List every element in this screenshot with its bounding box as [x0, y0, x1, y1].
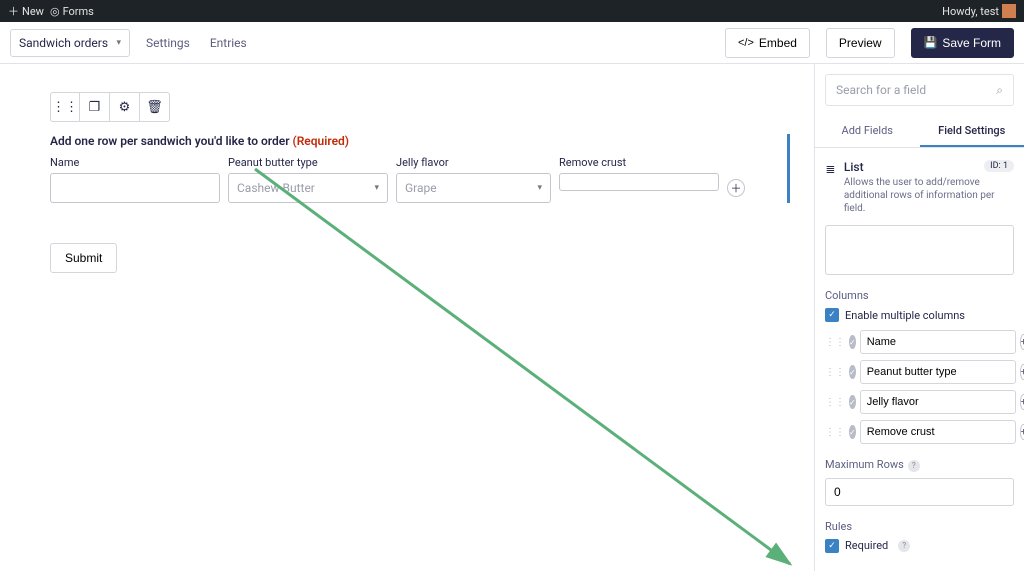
rules-label: Rules [825, 520, 1014, 533]
submit-row: Submit [50, 243, 790, 273]
user-greeting[interactable]: Howdy, test [942, 4, 1016, 18]
admin-topbar: ＋ New ◎ Forms Howdy, test [0, 0, 1024, 22]
add-column-button[interactable]: + [1020, 334, 1024, 350]
header-bar: Sandwich orders▾ Settings Entries </>Emb… [0, 22, 1024, 64]
tab-add-fields[interactable]: Add Fields [815, 116, 920, 147]
embed-button[interactable]: </>Embed [725, 28, 810, 58]
column-name-input[interactable] [860, 390, 1016, 414]
max-rows-label: Maximum Rows? [825, 458, 1014, 472]
chevron-down-icon: ▾ [116, 38, 121, 48]
sidebar: Search for a field ⌕ Add Fields Field Se… [814, 64, 1024, 571]
max-rows-input[interactable] [825, 478, 1014, 506]
list-icon: ≣ [825, 160, 836, 215]
pb-select[interactable]: Cashew Butter▾ [228, 173, 388, 203]
col-label-name: Name [50, 156, 220, 169]
help-icon[interactable]: ? [908, 460, 920, 472]
column-row: ⋮⋮ ✓ + − [825, 330, 1014, 354]
column-row: ⋮⋮ ✓ + − [825, 360, 1014, 384]
jelly-select[interactable]: Grape▾ [396, 173, 551, 203]
column-row: ⋮⋮ ✓ + − [825, 420, 1014, 444]
form-selector[interactable]: Sandwich orders▾ [10, 29, 130, 57]
drag-handle-icon[interactable]: ⋮⋮ [50, 92, 80, 122]
required-tag: (Required) [293, 134, 349, 148]
list-field[interactable]: Add one row per sandwich you'd like to o… [50, 134, 790, 203]
code-icon: </> [738, 37, 754, 49]
crust-input[interactable] [559, 173, 719, 191]
column-list: ⋮⋮ ✓ + − ⋮⋮ ✓ + − ⋮⋮ ✓ + − ⋮⋮ [825, 330, 1014, 444]
drag-handle-icon[interactable]: ⋮⋮ [825, 397, 845, 408]
column-name-input[interactable] [860, 360, 1016, 384]
col-label-pb: Peanut butter type [228, 156, 388, 169]
field-info: ≣ List Allows the user to add/remove add… [825, 160, 1014, 215]
id-badge: ID: 1 [984, 160, 1014, 172]
help-icon[interactable]: ? [898, 540, 910, 552]
column-type-icon[interactable]: ✓ [849, 395, 856, 409]
add-column-button[interactable]: + [1020, 424, 1024, 440]
search-icon: ⌕ [996, 83, 1003, 98]
add-row-button[interactable]: ＋ [727, 179, 745, 197]
preview-button[interactable]: Preview [826, 28, 895, 58]
field-label-textarea[interactable] [825, 225, 1014, 275]
enable-multi-label: Enable multiple columns [845, 309, 965, 322]
submit-button[interactable]: Submit [50, 243, 117, 273]
new-menu[interactable]: ＋ New [8, 3, 44, 19]
tab-field-settings[interactable]: Field Settings [920, 116, 1024, 147]
form-canvas: ⋮⋮ ❐ ⚙ 🗑 Add one row per sandwich you'd … [0, 64, 814, 571]
chevron-down-icon: ▾ [537, 183, 542, 193]
add-column-button[interactable]: + [1020, 394, 1024, 410]
column-name-input[interactable] [860, 420, 1016, 444]
avatar [1002, 4, 1016, 18]
required-label: Required [845, 539, 888, 552]
required-checkbox[interactable]: ✓ [825, 539, 839, 553]
save-icon: 💾 [924, 36, 938, 49]
col-label-crust: Remove crust [559, 156, 719, 169]
field-label: Add one row per sandwich you'd like to o… [50, 134, 757, 148]
search-input[interactable]: Search for a field ⌕ [825, 74, 1014, 106]
settings-icon[interactable]: ⚙ [110, 92, 140, 122]
tab-entries[interactable]: Entries [210, 36, 247, 50]
column-type-icon[interactable]: ✓ [849, 425, 856, 439]
enable-multi-checkbox[interactable]: ✓ [825, 308, 839, 322]
forms-menu[interactable]: ◎ Forms [50, 5, 94, 18]
drag-handle-icon[interactable]: ⋮⋮ [825, 367, 845, 378]
field-toolbar: ⋮⋮ ❐ ⚙ 🗑 [50, 92, 790, 122]
trash-icon[interactable]: 🗑 [140, 92, 170, 122]
column-type-icon[interactable]: ✓ [849, 365, 856, 379]
chevron-down-icon: ▾ [374, 183, 379, 193]
col-label-jelly: Jelly flavor [396, 156, 551, 169]
column-row: ⋮⋮ ✓ + − [825, 390, 1014, 414]
column-name-input[interactable] [860, 330, 1016, 354]
drag-handle-icon[interactable]: ⋮⋮ [825, 427, 845, 438]
annotation-arrow [250, 164, 810, 584]
name-input[interactable] [50, 173, 220, 203]
add-column-button[interactable]: + [1020, 364, 1024, 380]
duplicate-icon[interactable]: ❐ [80, 92, 110, 122]
save-form-button[interactable]: 💾Save Form [911, 28, 1014, 58]
column-type-icon[interactable]: ✓ [849, 335, 856, 349]
drag-handle-icon[interactable]: ⋮⋮ [825, 337, 845, 348]
tab-settings[interactable]: Settings [146, 36, 190, 50]
columns-section-label: Columns [825, 289, 1014, 302]
